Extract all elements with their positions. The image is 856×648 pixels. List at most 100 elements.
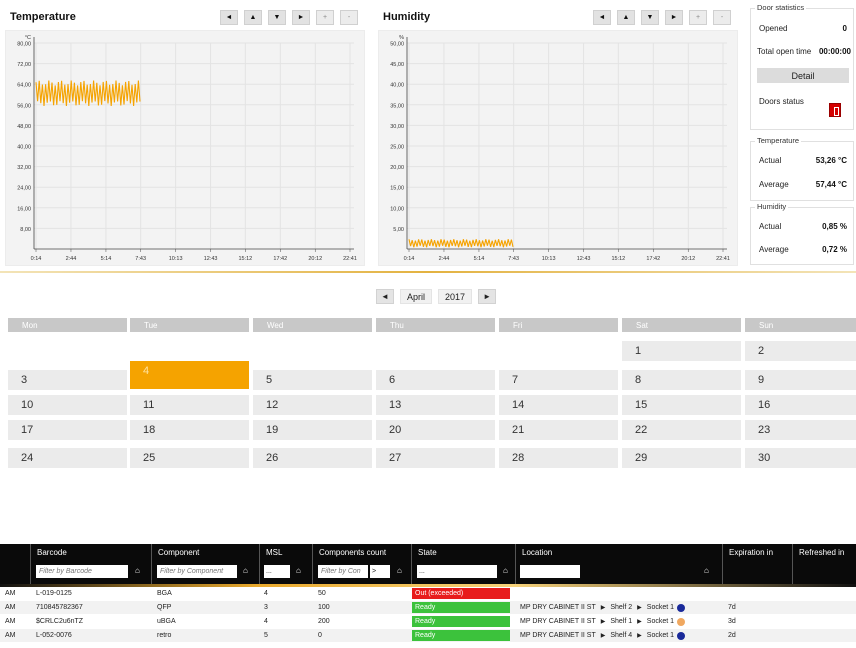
calendar-day-1[interactable]: 1 — [622, 341, 741, 361]
calendar-day-25[interactable]: 25 — [130, 448, 249, 468]
column-msl[interactable]: MSL ... ⌂ — [259, 544, 312, 584]
cell-location: MP DRY CABINET II ST ▶ Shelf 1 ▶ Socket 1 — [520, 615, 689, 628]
x-tick-label: 17:42 — [273, 256, 287, 262]
door-statistics-panel: Door statistics Opened 0 Total open time… — [750, 3, 854, 130]
x-tick-label: 2:44 — [439, 256, 450, 262]
zoom-in-button[interactable]: + — [689, 10, 707, 25]
clear-filter-icon[interactable]: ⌂ — [503, 566, 508, 575]
zoom-in-button[interactable]: + — [316, 10, 334, 25]
calendar-day-16[interactable]: 16 — [745, 395, 856, 415]
table-row[interactable]: AM L-019-0125 BGA 4 50 Out (exceeded) — [0, 587, 856, 600]
calendar-day-9[interactable]: 9 — [745, 370, 856, 390]
cell-count: 100 — [318, 604, 330, 611]
calendar-day-2[interactable]: 2 — [745, 341, 856, 361]
cell-component: BGA — [157, 590, 172, 597]
humidity-chart-svg: 50,00 45,00 40,00 35,00 30,00 25,00 20,00 15,00… — [390, 35, 730, 262]
y-unit-label: % — [399, 35, 404, 41]
weekday-header-fri: Fri — [499, 318, 618, 332]
barcode-filter-input[interactable]: Filter by Barcode — [36, 565, 128, 578]
calendar-day-30[interactable]: 30 — [745, 448, 856, 468]
x-tick-label: 2:44 — [66, 256, 77, 262]
socket-status-dot-icon — [677, 631, 686, 640]
column-barcode[interactable]: Barcode Filter by Barcode ⌂ — [30, 544, 151, 584]
next-month-button[interactable]: ► — [478, 289, 497, 304]
x-tick-label: 10:13 — [169, 256, 183, 262]
temperature-chart[interactable]: 80,00 72,00 64,00 56,00 48,00 40,00 32,00 24,00… — [5, 30, 365, 266]
pan-left-button[interactable]: ◄ — [220, 10, 238, 25]
previous-month-button[interactable]: ◄ — [376, 289, 394, 304]
msl-filter-dropdown[interactable]: ... — [264, 565, 290, 578]
clear-filter-icon[interactable]: ⌂ — [704, 566, 709, 575]
column-components-count[interactable]: Components count Filter by Con > ⌂ — [312, 544, 411, 584]
calendar-day-28[interactable]: 28 — [499, 448, 618, 468]
calendar-day-17[interactable]: 17 — [8, 420, 127, 440]
pan-up-button[interactable]: ▲ — [617, 10, 635, 25]
cell-expiration: 3d — [728, 618, 736, 625]
calendar-day-14[interactable]: 14 — [499, 395, 618, 415]
calendar-day-12[interactable]: 12 — [253, 395, 372, 415]
calendar-day-10[interactable]: 10 — [8, 395, 127, 415]
socket-status-dot-icon — [677, 603, 686, 612]
calendar-day-21[interactable]: 21 — [499, 420, 618, 440]
y-tick-label: 80,00 — [17, 42, 31, 48]
cell-time: AM — [5, 604, 16, 611]
clear-filter-icon[interactable]: ⌂ — [135, 566, 140, 575]
zoom-out-button[interactable]: - — [340, 10, 358, 25]
cell-count: 50 — [318, 590, 326, 597]
clear-filter-icon[interactable]: ⌂ — [296, 566, 301, 575]
calendar-day-27[interactable]: 27 — [376, 448, 495, 468]
pan-left-button[interactable]: ◄ — [593, 10, 611, 25]
calendar-day-5[interactable]: 5 — [253, 370, 372, 390]
detail-button[interactable]: Detail — [757, 68, 849, 83]
pan-down-button[interactable]: ▼ — [268, 10, 286, 25]
pan-up-button[interactable]: ▲ — [244, 10, 262, 25]
year-selector[interactable]: 2017 — [438, 289, 473, 304]
component-filter-input[interactable]: Filter by Component — [157, 565, 237, 578]
column-location[interactable]: Location ⌂ — [515, 544, 722, 584]
humidity-chart[interactable]: 50,00 45,00 40,00 35,00 30,00 25,00 20,00 15,00… — [378, 30, 738, 266]
clear-filter-icon[interactable]: ⌂ — [243, 566, 248, 575]
month-selector[interactable]: April — [400, 289, 433, 304]
pan-right-button[interactable]: ► — [292, 10, 310, 25]
calendar-day-11[interactable]: 11 — [130, 395, 249, 415]
y-tick-label: 15,00 — [390, 186, 404, 192]
column-component[interactable]: Component Filter by Component ⌂ — [151, 544, 259, 584]
calendar-day-18[interactable]: 18 — [130, 420, 249, 440]
calendar-day-20[interactable]: 20 — [376, 420, 495, 440]
table-row[interactable]: AM 710845782367 QFP 3 100 Ready MP DRY CABINET… — [0, 601, 856, 614]
column-refreshed[interactable]: Refreshed in — [792, 544, 856, 584]
series-line — [408, 239, 514, 248]
clear-filter-icon[interactable]: ⌂ — [397, 566, 402, 575]
table-row[interactable]: AM L-052-0076 retro 5 0 Ready MP DRY CABINET I… — [0, 629, 856, 642]
calendar-day-23[interactable]: 23 — [745, 420, 856, 440]
calendar-day-3[interactable]: 3 — [8, 370, 127, 390]
humidity-stats-panel: Humidity Actual 0,85 % Average 0,72 % — [750, 202, 854, 265]
table-row[interactable]: AM $CRLC2u6nTZ uBGA 4 200 Ready MP DRY CABINET… — [0, 615, 856, 628]
temperature-actual-row: Actual 53,26 °C — [759, 156, 847, 165]
pan-right-button[interactable]: ► — [665, 10, 683, 25]
calendar-day-8[interactable]: 8 — [622, 370, 741, 390]
calendar-day-26[interactable]: 26 — [253, 448, 372, 468]
state-filter-dropdown[interactable]: ... — [417, 565, 497, 578]
cell-location: MP DRY CABINET II ST ▶ Shelf 2 ▶ Socket 1 — [520, 601, 689, 614]
calendar-day-19[interactable]: 19 — [253, 420, 372, 440]
calendar-day-24[interactable]: 24 — [8, 448, 127, 468]
zoom-out-button[interactable]: - — [713, 10, 731, 25]
pan-down-button[interactable]: ▼ — [641, 10, 659, 25]
calendar-day-22[interactable]: 22 — [622, 420, 741, 440]
calendar-day-6[interactable]: 6 — [376, 370, 495, 390]
calendar-day-4[interactable]: 4 — [130, 361, 249, 389]
column-state[interactable]: State ... ⌂ — [411, 544, 515, 584]
calendar-day-29[interactable]: 29 — [622, 448, 741, 468]
cell-barcode: 710845782367 — [36, 604, 83, 611]
count-filter-input[interactable]: Filter by Con — [318, 565, 368, 578]
location-arrow-icon: ▶ — [637, 605, 642, 611]
calendar-day-15[interactable]: 15 — [622, 395, 741, 415]
calendar-day-7[interactable]: 7 — [499, 370, 618, 390]
column-expiration[interactable]: Expiration in — [722, 544, 792, 584]
count-operator-dropdown[interactable]: > — [370, 565, 390, 578]
location-part: Shelf 1 — [610, 618, 633, 625]
calendar-day-13[interactable]: 13 — [376, 395, 495, 415]
door-status-icon[interactable] — [829, 103, 841, 117]
location-filter-dropdown[interactable] — [520, 565, 580, 578]
